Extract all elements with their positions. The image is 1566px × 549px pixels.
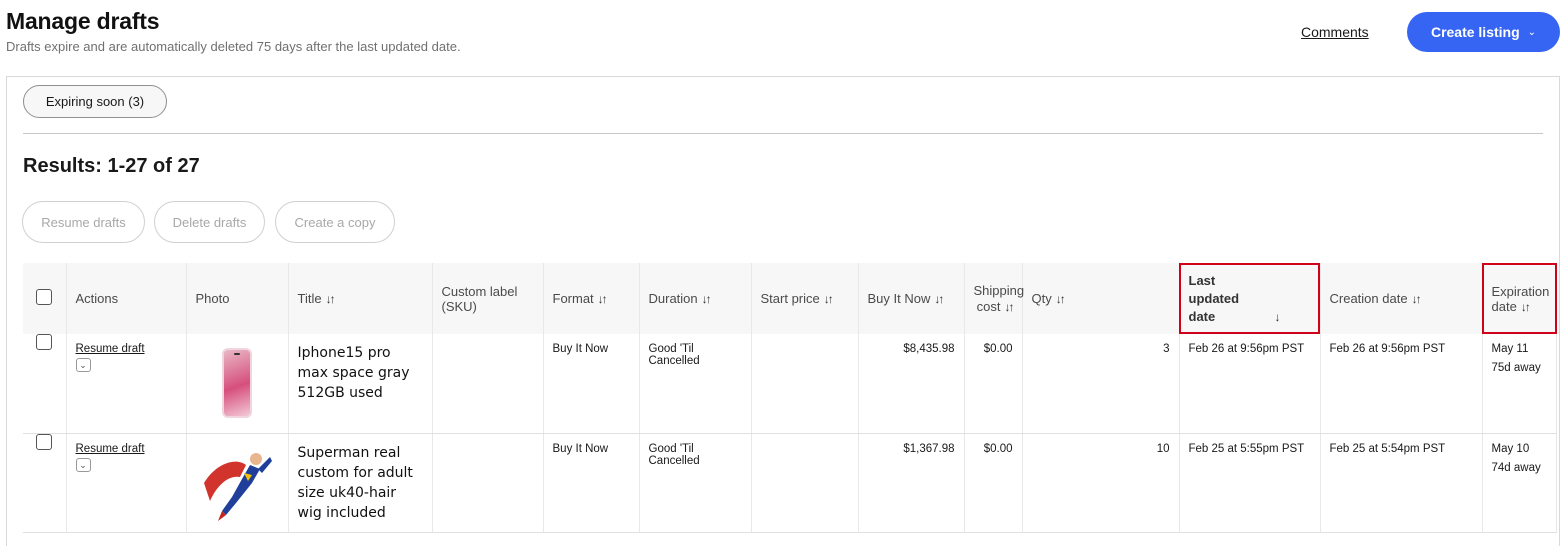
col-title-label: Title (297, 291, 322, 306)
select-all-checkbox[interactable] (36, 289, 53, 305)
sort-icon[interactable]: ↓↑ (1412, 292, 1422, 306)
comments-link[interactable]: Comments (1301, 24, 1369, 40)
draft-title: Iphone15 pro max space gray 512GB used (297, 345, 410, 401)
expiration-date: May 11 (1491, 343, 1529, 355)
drafts-panel: Expiring soon (3) Results: 1-27 of 27 Re… (6, 76, 1560, 546)
divider (23, 133, 1543, 134)
page-subtitle: Drafts expire and are automatically dele… (6, 39, 461, 54)
col-last-updated[interactable]: Last updated date ↓ (1179, 263, 1321, 334)
create-listing-label: Create listing (1430, 24, 1520, 40)
col-format[interactable]: Format ↓↑ (543, 263, 640, 334)
phone-image[interactable] (222, 348, 252, 418)
col-sku-label: Custom label (SKU) (441, 283, 518, 314)
sku-cell (432, 433, 544, 533)
sort-icon[interactable]: ↓↑ (598, 292, 608, 306)
format-cell: Buy It Now (543, 334, 640, 434)
col-qty[interactable]: Qty ↓↑ (1022, 263, 1180, 334)
format-cell: Buy It Now (543, 433, 640, 533)
draft-title: Superman real custom for adult size uk40… (297, 444, 413, 521)
col-start-price[interactable]: Start price ↓↑ (751, 263, 859, 334)
chevron-down-icon: ⌄ (1527, 26, 1537, 38)
col-last-updated-label: Last updated date (1188, 272, 1240, 324)
sort-icon[interactable]: ↓↑ (1056, 292, 1066, 306)
col-shipping[interactable]: Shipping cost ↓↑ (964, 263, 1025, 334)
row-select-cell (23, 334, 67, 434)
sort-icon[interactable]: ↓↑ (824, 292, 834, 306)
qty-cell: 3 (1022, 334, 1180, 434)
create-listing-button[interactable]: Create listing ⌄ (1407, 12, 1560, 52)
title-cell: Superman real custom for adult size uk40… (288, 433, 433, 533)
qty-cell: 10 (1022, 433, 1180, 533)
page-title: Manage drafts (6, 8, 160, 34)
col-creation[interactable]: Creation date ↓↑ (1320, 263, 1483, 334)
start-price-cell (751, 334, 859, 434)
photo-cell (186, 433, 289, 533)
sort-desc-icon[interactable]: ↓ (1275, 310, 1281, 324)
sort-icon[interactable]: ↓↑ (1521, 300, 1531, 314)
col-actions: Actions (66, 263, 187, 334)
expiration-date: May 10 (1491, 442, 1530, 455)
col-buy-it-now[interactable]: Buy It Now ↓↑ (858, 263, 965, 334)
col-duration-label: Duration (648, 291, 698, 306)
col-start-price-label: Start price (760, 291, 820, 306)
shipping-cell: $0.00 (964, 433, 1023, 533)
col-photo: Photo (186, 263, 289, 334)
last-updated-cell: Feb 26 at 9:56pm PST (1179, 334, 1321, 434)
page-header: Manage drafts Drafts expire and are auto… (6, 8, 461, 54)
duration-cell: Good 'Til Cancelled (639, 433, 752, 533)
drafts-table: Actions Photo Title ↓↑ Custom label (SKU)… (23, 263, 1557, 533)
start-price-cell (751, 433, 859, 533)
title-cell: Iphone15 pro max space gray 512GB used (288, 334, 433, 434)
col-bin-label: Buy It Now (867, 291, 931, 306)
col-actions-label: Actions (75, 291, 119, 306)
resume-draft-link[interactable]: Resume draft (76, 443, 177, 455)
shipping-cell: $0.00 (964, 334, 1023, 434)
bin-cell: $1,367.98 (858, 433, 965, 533)
row-checkbox[interactable] (36, 433, 53, 450)
col-photo-label: Photo (195, 291, 230, 306)
creation-cell: Feb 26 at 9:56pm PST (1320, 334, 1483, 434)
sku-cell (432, 334, 544, 434)
creation-cell: Feb 25 at 5:54pm PST (1320, 433, 1483, 533)
bin-cell: $8,435.98 (858, 334, 965, 434)
sort-icon[interactable]: ↓↑ (702, 292, 712, 306)
table-row: Resume draft ⌄ Iphone15 pro max space gr… (23, 334, 1557, 434)
delete-drafts-button[interactable]: Delete drafts (154, 201, 265, 243)
create-copy-button[interactable]: Create a copy (275, 201, 395, 243)
actions-cell: Resume draft ⌄ (66, 433, 187, 533)
expiring-soon-filter[interactable]: Expiring soon (3) (23, 85, 167, 118)
table-header-row: Actions Photo Title ↓↑ Custom label (SKU)… (23, 263, 1557, 334)
table-row: Resume draft ⌄ Superman real custom for … (23, 433, 1557, 533)
results-count: Results: 1-27 of 27 (23, 155, 200, 177)
actions-cell: Resume draft ⌄ (66, 334, 187, 434)
col-qty-label: Qty (1031, 291, 1052, 306)
sort-icon[interactable]: ↓↑ (934, 292, 944, 306)
expiration-cell: May 11 75d away (1482, 334, 1557, 434)
row-select-cell (23, 433, 67, 533)
col-expiration[interactable]: Expiration date ↓↑ (1482, 263, 1557, 334)
expiration-away: 75d away (1491, 362, 1541, 374)
col-creation-label: Creation date (1329, 291, 1408, 306)
photo-cell (186, 334, 289, 434)
sort-icon[interactable]: ↓↑ (326, 292, 336, 306)
chevron-down-icon[interactable]: ⌄ (75, 457, 91, 472)
col-format-label: Format (552, 291, 594, 306)
resume-drafts-button[interactable]: Resume drafts (22, 201, 145, 243)
col-shipping-label: Shipping cost (973, 282, 1025, 314)
sort-icon[interactable]: ↓↑ (1005, 300, 1015, 314)
duration-cell: Good 'Til Cancelled (639, 334, 752, 434)
expiration-cell: May 10 74d away (1482, 433, 1557, 533)
col-duration[interactable]: Duration ↓↑ (639, 263, 752, 334)
row-checkbox[interactable] (36, 334, 53, 350)
resume-draft-link[interactable]: Resume draft (76, 343, 177, 355)
superhero-image[interactable] (196, 443, 276, 523)
select-all-cell (23, 263, 67, 334)
expiration-away: 74d away (1491, 461, 1541, 474)
col-title[interactable]: Title ↓↑ (288, 263, 433, 334)
chevron-down-icon[interactable]: ⌄ (75, 358, 91, 372)
col-sku: Custom label (SKU) (432, 263, 544, 334)
last-updated-cell: Feb 25 at 5:55pm PST (1179, 433, 1321, 533)
